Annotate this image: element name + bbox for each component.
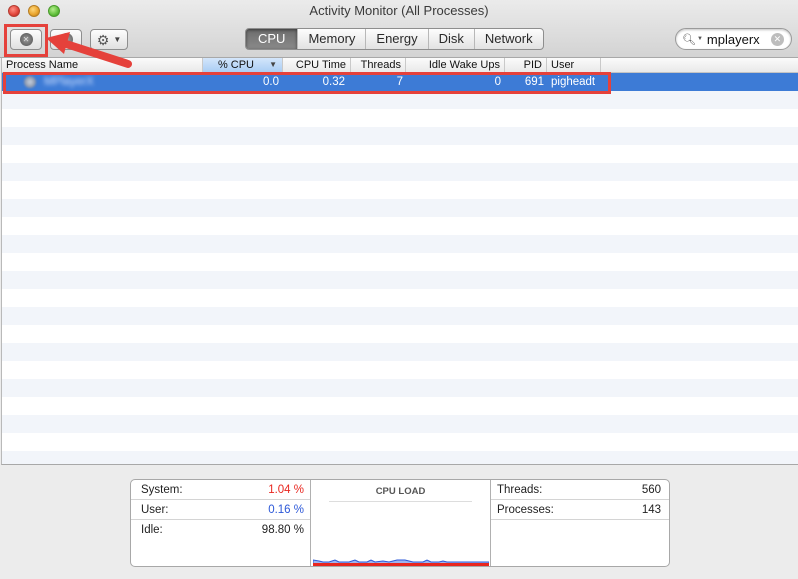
- empty-row: [2, 433, 798, 451]
- processes-label: Processes:: [497, 504, 554, 516]
- table-header: Process Name % CPU ▼ CPU Time Threads Id…: [2, 58, 798, 73]
- process-table: Process Name % CPU ▼ CPU Time Threads Id…: [1, 58, 798, 465]
- empty-row: [2, 397, 798, 415]
- process-counts: Threads: 560 Processes: 143: [491, 480, 669, 566]
- empty-row: [2, 325, 798, 343]
- search-options-chevron-icon[interactable]: ▼: [697, 36, 703, 42]
- system-value: 1.04 %: [268, 484, 304, 496]
- column-header-threads[interactable]: Threads: [351, 58, 406, 72]
- cpu-load-graph: CPU LOAD: [311, 480, 491, 566]
- empty-row: [2, 253, 798, 271]
- search-field[interactable]: 🔍︎ ▼ ✕: [675, 28, 792, 50]
- column-header-pid[interactable]: PID: [505, 58, 547, 72]
- cpu-stats-panel: System: 1.04 % User: 0.16 % Idle: 98.80 …: [130, 479, 670, 567]
- column-header-cpu-time[interactable]: CPU Time: [283, 58, 351, 72]
- threads-label: Threads:: [497, 484, 543, 496]
- user-label: User:: [141, 504, 169, 516]
- chevron-down-icon: ▼: [113, 35, 122, 44]
- user-stat: User: 0.16 %: [131, 500, 310, 520]
- cpu-load-chart: [313, 559, 489, 566]
- empty-row: [2, 343, 798, 361]
- search-icon[interactable]: 🔍︎: [682, 33, 696, 46]
- empty-row: [2, 91, 798, 109]
- column-header-process-name[interactable]: Process Name: [2, 58, 203, 72]
- idle-stat: Idle: 98.80 %: [131, 520, 310, 540]
- threads: 7: [396, 76, 403, 88]
- user-value: 0.16 %: [268, 504, 304, 516]
- cpu-load-title: CPU LOAD: [375, 486, 426, 497]
- column-header-idle-wake-ups[interactable]: Idle Wake Ups: [406, 58, 505, 72]
- sort-descending-icon: ▼: [269, 60, 277, 69]
- empty-row: [2, 415, 798, 433]
- system-stat: System: 1.04 %: [131, 480, 310, 500]
- tab-cpu[interactable]: CPU: [246, 29, 298, 49]
- tab-disk[interactable]: Disk: [427, 29, 474, 49]
- empty-row: [2, 451, 798, 464]
- threads-value: 560: [641, 484, 661, 496]
- stop-process-button[interactable]: ✕: [10, 29, 42, 50]
- clear-search-icon[interactable]: ✕: [770, 32, 784, 46]
- system-load-area: [313, 563, 489, 566]
- column-header-cpu-percent[interactable]: % CPU ▼: [203, 58, 283, 72]
- stop-process-icon: ✕: [19, 33, 33, 46]
- empty-row: [2, 289, 798, 307]
- empty-row: [2, 361, 798, 379]
- threads-stat: Threads: 560: [491, 480, 669, 500]
- action-menu-button[interactable]: ⚙ ▼: [90, 29, 128, 50]
- user: pigheadt: [551, 76, 596, 88]
- window-title: Activity Monitor (All Processes): [309, 3, 489, 18]
- empty-row: [2, 199, 798, 217]
- processes-stat: Processes: 143: [491, 500, 669, 520]
- search-input[interactable]: [706, 31, 769, 47]
- app-icon: [24, 76, 36, 88]
- tab-memory[interactable]: Memory: [297, 29, 365, 49]
- idle-value: 98.80 %: [261, 524, 304, 536]
- column-header-user[interactable]: User: [547, 58, 601, 72]
- gear-icon: ⚙: [96, 31, 110, 48]
- tab-network[interactable]: Network: [473, 29, 543, 49]
- idle-label: Idle:: [141, 524, 163, 536]
- empty-row: [2, 181, 798, 199]
- info-icon: i: [59, 33, 73, 46]
- idle-wake-ups: 0: [494, 76, 501, 88]
- empty-row: [2, 163, 798, 181]
- empty-row: [2, 127, 798, 145]
- table-body: MPlayerX 0.0 0.32 7 0 691 pigheadt: [2, 73, 798, 464]
- processes-value: 143: [641, 504, 661, 516]
- system-label: System:: [141, 484, 183, 496]
- chart-divider: [329, 501, 472, 502]
- process-name: MPlayerX: [44, 76, 94, 88]
- cpu-usage-breakdown: System: 1.04 % User: 0.16 % Idle: 98.80 …: [131, 480, 311, 566]
- empty-row: [2, 109, 798, 127]
- empty-row: [2, 379, 798, 397]
- inspect-process-button[interactable]: i: [50, 29, 82, 50]
- empty-row: [2, 235, 798, 253]
- table-row[interactable]: MPlayerX 0.0 0.32 7 0 691 pigheadt: [2, 73, 798, 91]
- empty-row: [2, 271, 798, 289]
- pid: 691: [524, 76, 544, 88]
- empty-row: [2, 307, 798, 325]
- cpu-percent: 0.0: [263, 76, 279, 88]
- window-titlebar: Activity Monitor (All Processes) ✕ i ⚙ ▼…: [0, 0, 798, 58]
- column-header-cpu-percent-label: % CPU: [217, 59, 254, 71]
- cpu-time: 0.32: [322, 76, 345, 88]
- empty-row: [2, 217, 798, 235]
- view-tabs: CPU Memory Energy Disk Network: [245, 28, 544, 50]
- empty-row: [2, 145, 798, 163]
- tab-energy[interactable]: Energy: [365, 29, 427, 49]
